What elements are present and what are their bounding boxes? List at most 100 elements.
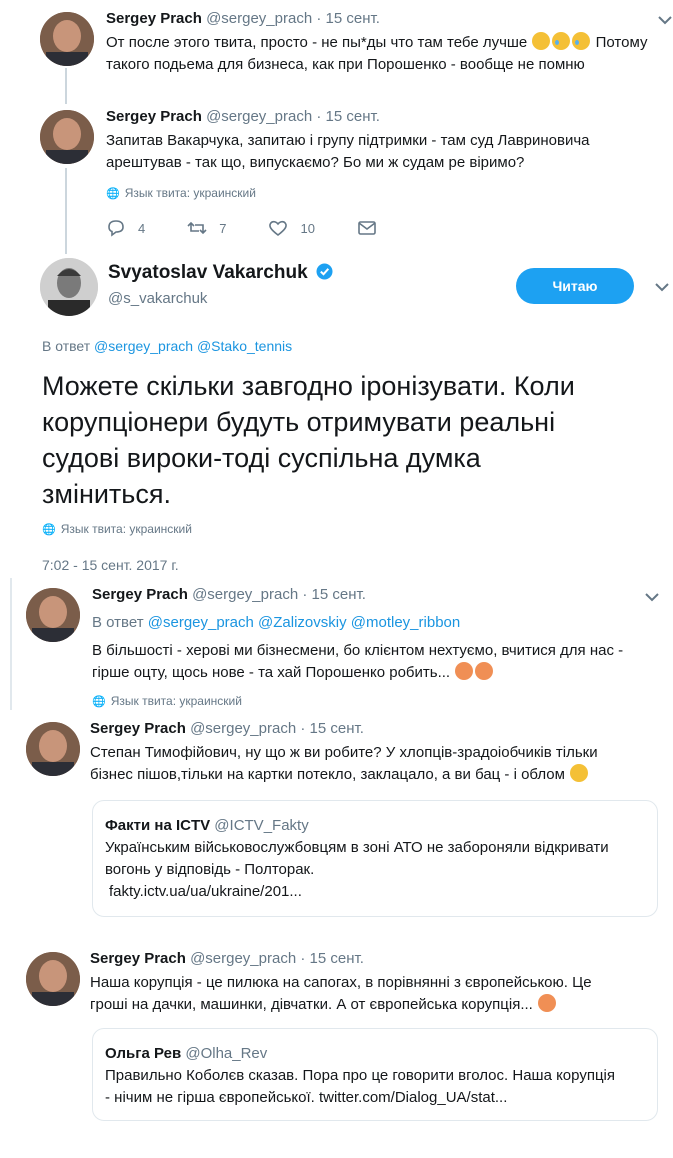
tweet-text: Степан Тимофійович, ну що ж ви робите? У… (90, 742, 665, 786)
avatar[interactable] (26, 952, 80, 1006)
tweet-text-line: Наша корупція - це пилюка на сапогах, в … (90, 974, 592, 991)
reply-to-line: В ответ @sergey_prach @Stako_tennis (42, 338, 292, 354)
direct-message-button[interactable] (357, 219, 389, 237)
author-handle[interactable]: @s_vakarchuk (108, 290, 207, 307)
tweet-text-line: Степан Тимофійович, ну що ж ви робите? У… (90, 744, 598, 761)
tweet-language-label: Язык твита: украинский (60, 522, 192, 536)
reply-user-link[interactable]: @Stako_tennis (197, 338, 292, 354)
tweet-date[interactable]: 15 сент. (326, 108, 380, 125)
tweet-text-line: арештував - так що, випускаємо? Бо ми ж … (106, 154, 525, 171)
tweet-header: Sergey Prach @sergey_prach · 15 сент. (92, 586, 366, 603)
avatar[interactable] (26, 722, 80, 776)
tweet-text: Наша корупція - це пилюка на сапогах, в … (90, 972, 665, 1016)
tweet-text-line: Запитав Вакарчука, запитаю і групу підтр… (106, 132, 590, 149)
tweet-header: Sergey Prach @sergey_prach · 15 сент. (106, 108, 380, 125)
retweet-icon (187, 221, 207, 235)
reply-button[interactable]: 4 (106, 219, 145, 237)
separator-dot: · (302, 586, 308, 603)
like-icon (269, 220, 288, 237)
tweet-language: 🌐 Язык твита: украинский (42, 522, 192, 536)
angry-emoji (455, 662, 474, 680)
tweet-text-line: бізнес пішов,тільки на картки потекло, з… (90, 766, 565, 783)
thread-line (65, 168, 67, 254)
quoted-author-handle: @Olha_Rev (185, 1045, 268, 1062)
tweet-text: Запитав Вакарчука, запитаю і групу підтр… (106, 130, 666, 174)
author-name[interactable]: Sergey Prach (106, 10, 202, 27)
author-handle[interactable]: @sergey_prach (190, 720, 296, 737)
separator-dot: · (316, 10, 322, 27)
main-author: Svyatoslav Vakarchuk (108, 262, 333, 284)
avatar[interactable] (40, 110, 94, 164)
tweet-date[interactable]: 15 сент. (326, 10, 380, 27)
globe-icon: 🌐 (106, 187, 120, 200)
divider (10, 578, 12, 710)
tweet-actions: 4 7 10 (106, 219, 431, 237)
separator-dot: · (300, 950, 306, 967)
quoted-tweet[interactable]: Ольга Рев @Olha_Rev Правильно Коболєв ск… (92, 1028, 658, 1121)
reply-to-line: В ответ @sergey_prach @Zalizovskiy @motl… (92, 614, 460, 631)
author-name[interactable]: Sergey Prach (92, 586, 188, 603)
main-tweet-text: Можете скільки завгодно іронізувати. Кол… (42, 368, 667, 512)
laughing-tears-emoji (552, 32, 571, 50)
author-name[interactable]: Sergey Prach (106, 108, 202, 125)
author-name[interactable]: Svyatoslav Vakarchuk (108, 262, 308, 283)
tweet-text-line: Потому (595, 34, 648, 51)
tweet-language: 🌐 Язык твита: украинский (92, 694, 242, 708)
avatar[interactable] (40, 12, 94, 66)
tweet-text: В більшості - херові ми бізнесмени, бо к… (92, 640, 662, 684)
tweet-header: Sergey Prach @sergey_prach · 15 сент. (106, 10, 380, 27)
quoted-tweet[interactable]: Факти на ICTV @ICTV_Fakty Українським ві… (92, 800, 658, 917)
retweet-button[interactable]: 7 (187, 219, 226, 237)
like-button[interactable]: 10 (268, 219, 315, 237)
quoted-author-handle: @ICTV_Fakty (214, 817, 309, 834)
follow-button[interactable]: Читаю (516, 268, 634, 304)
globe-icon: 🌐 (92, 695, 106, 708)
tweet-language-label: Язык твита: украинский (110, 694, 242, 708)
like-count: 10 (300, 220, 315, 236)
tweet-text-line: гроші на дачки, машинки, дівчатки. А от … (90, 996, 533, 1013)
quoted-text-line: - нічим не гірша європейської. twitter.c… (105, 1089, 508, 1106)
chevron-down-icon[interactable] (653, 280, 671, 294)
author-handle[interactable]: @sergey_prach (190, 950, 296, 967)
chevron-down-icon[interactable] (643, 590, 661, 604)
author-handle[interactable]: @sergey_prach (192, 586, 298, 603)
separator-dot: · (316, 108, 322, 125)
tweet-timestamp[interactable]: 7:02 - 15 сент. 2017 г. (42, 557, 179, 573)
message-icon (358, 221, 376, 235)
quoted-text-line: Українським військовослужбовцям в зоні А… (105, 839, 609, 856)
retweet-count: 7 (219, 220, 227, 236)
avatar[interactable] (26, 588, 80, 642)
tweet-text-line: Можете скільки завгодно іронізувати. Кол… (42, 371, 575, 401)
author-handle[interactable]: @sergey_prach (206, 10, 312, 27)
tweet-text-line: От после этого твита, просто - не пы*ды … (106, 34, 528, 51)
tweet-header: Sergey Prach @sergey_prach · 15 сент. (90, 720, 364, 737)
reply-icon (108, 220, 124, 237)
reply-prefix: В ответ (92, 614, 144, 631)
main-handle: @s_vakarchuk (108, 290, 207, 307)
avatar[interactable] (40, 258, 98, 316)
tweet-text-line: зміниться. (42, 479, 171, 509)
thread-line (65, 68, 67, 104)
tweet-language-label: Язык твита: украинский (124, 186, 256, 200)
tweet-date[interactable]: 15 сент. (310, 950, 364, 967)
quoted-text-line: Правильно Коболєв сказав. Пора про це го… (105, 1067, 615, 1084)
quoted-author-name: Ольга Рев (105, 1045, 182, 1062)
angry-emoji (538, 994, 557, 1012)
quoted-text-line: вогонь у відповідь - Полторак. (105, 861, 315, 878)
reply-user-link[interactable]: @sergey_prach @Zalizovskiy @motley_ribbo… (148, 614, 460, 631)
reply-user-link[interactable]: @sergey_prach (94, 338, 193, 354)
angry-emoji (475, 662, 494, 680)
tweet-date[interactable]: 15 сент. (312, 586, 366, 603)
separator-dot: · (300, 720, 306, 737)
author-handle[interactable]: @sergey_prach (206, 108, 312, 125)
tweet-text-line: корупціонери будуть отримувати реальні (42, 407, 556, 437)
globe-icon: 🌐 (42, 523, 56, 536)
quoted-link: fakty.ictv.ua/ua/ukraine/201... (109, 883, 302, 900)
tweet-date[interactable]: 15 сент. (310, 720, 364, 737)
chevron-down-icon[interactable] (656, 13, 673, 27)
author-name[interactable]: Sergey Prach (90, 950, 186, 967)
tweet-text-line: такого подьема для бизнеса, как при Поро… (106, 56, 585, 73)
author-name[interactable]: Sergey Prach (90, 720, 186, 737)
quoted-author-name: Факти на ICTV (105, 817, 211, 834)
verified-icon (316, 263, 333, 280)
